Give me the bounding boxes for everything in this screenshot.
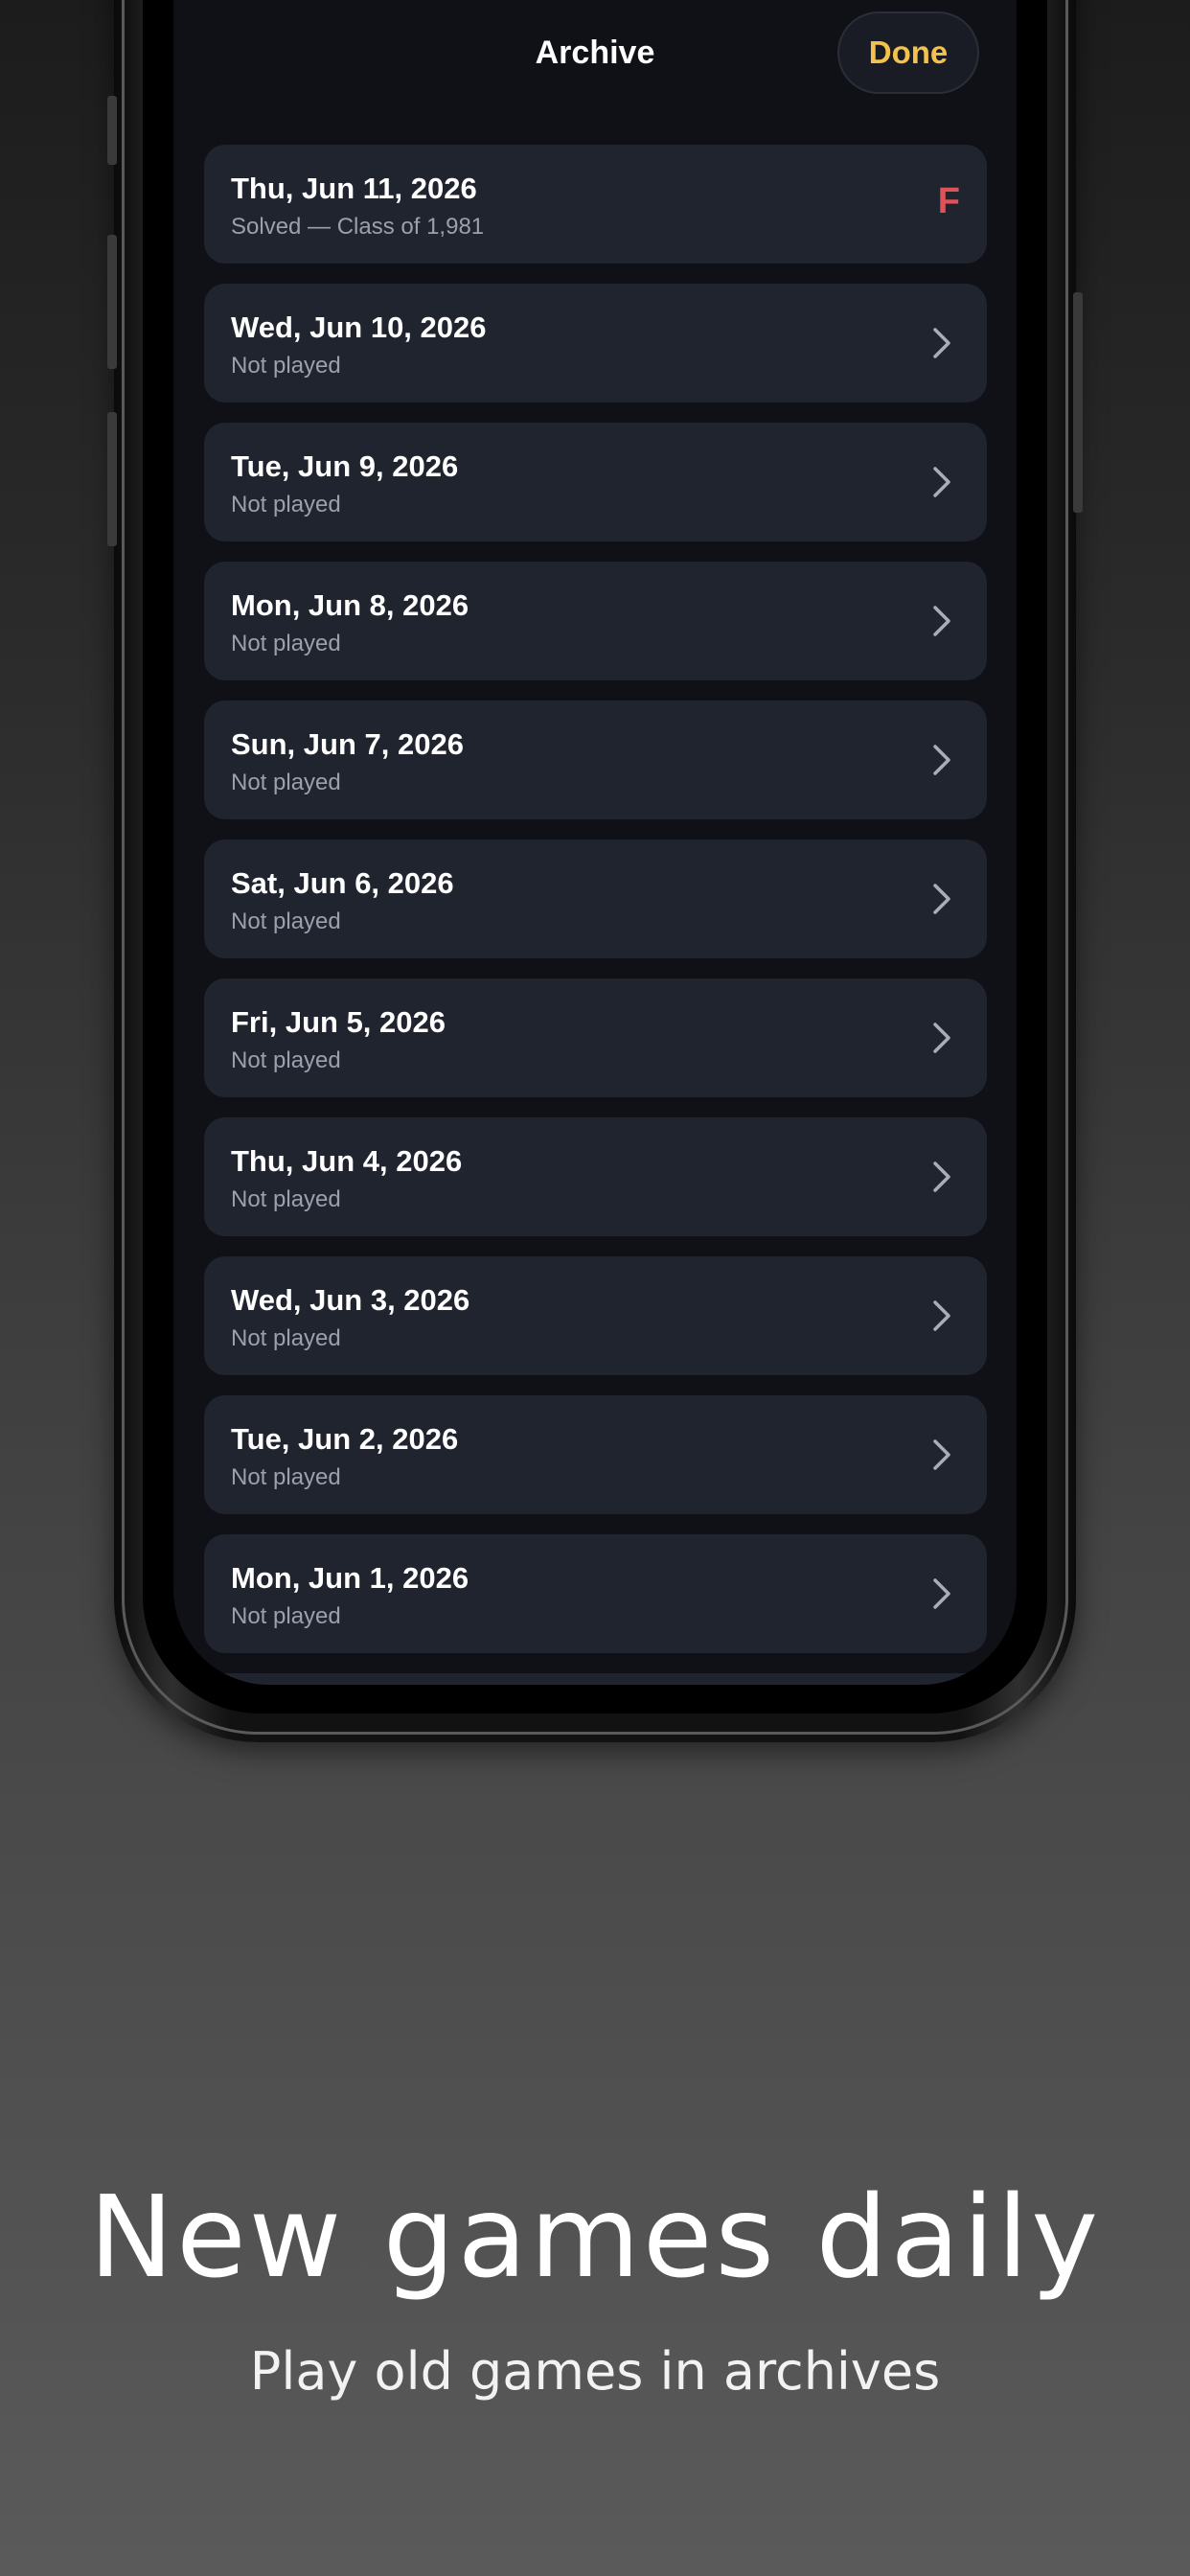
archive-item[interactable]: Tue, Jun 2, 2026 Not played <box>204 1395 987 1514</box>
archive-item-status: Not played <box>231 1186 341 1212</box>
chevron-right-icon <box>933 1439 950 1470</box>
archive-item[interactable]: Thu, Jun 4, 2026 Not played <box>204 1117 987 1236</box>
done-button[interactable]: Done <box>837 12 979 94</box>
archive-item-date: Fri, Jun 5, 2026 <box>231 1005 446 1039</box>
promo-subline: Play old games in archives <box>249 2341 941 2402</box>
chevron-right-icon <box>933 1578 950 1609</box>
power-button <box>1073 292 1083 513</box>
archive-item-status: Not played <box>231 908 341 934</box>
archive-item-status: Not played <box>231 1325 341 1351</box>
archive-item[interactable]: Wed, Jun 3, 2026 Not played <box>204 1256 987 1375</box>
archive-item-date: Sat, Jun 6, 2026 <box>231 866 454 900</box>
archive-item-date: Thu, Jun 11, 2026 <box>231 172 477 205</box>
archive-screen: Archive Done Thu, Jun 11, 2026 Solved — … <box>173 0 1017 1685</box>
archive-item[interactable]: Fri, Jun 5, 2026 Not played <box>204 978 987 1097</box>
archive-item-status: Not played <box>231 353 341 379</box>
archive-item-date: Wed, Jun 3, 2026 <box>231 1283 470 1317</box>
archive-item-date: Mon, Jun 1, 2026 <box>231 1561 469 1595</box>
archive-item-status: Not played <box>231 770 341 795</box>
archive-item-status: Not played <box>231 1603 341 1629</box>
chevron-right-icon <box>933 1023 950 1053</box>
chevron-right-icon <box>933 467 950 497</box>
chevron-right-icon <box>933 745 950 775</box>
chevron-right-icon <box>933 884 950 914</box>
archive-item[interactable]: Wed, Jun 10, 2026 Not played <box>204 284 987 402</box>
volume-up-button <box>107 235 117 369</box>
archive-item[interactable]: Sat, Jun 6, 2026 Not played <box>204 840 987 958</box>
archive-item-date: Tue, Jun 2, 2026 <box>231 1422 459 1456</box>
archive-item-date: Thu, Jun 4, 2026 <box>231 1144 463 1178</box>
archive-item-date: Wed, Jun 10, 2026 <box>231 310 487 344</box>
archive-item-status: Solved — Class of 1,981 <box>231 214 485 240</box>
archive-item[interactable]: Mon, Jun 1, 2026 Not played <box>204 1534 987 1653</box>
archive-item[interactable]: Thu, Jun 11, 2026 Solved — Class of 1,98… <box>204 145 987 264</box>
chevron-right-icon <box>933 1162 950 1192</box>
chevron-right-icon <box>933 1300 950 1331</box>
archive-item[interactable]: Sun, Jun 7, 2026 Not played <box>204 701 987 819</box>
archive-item-partial[interactable] <box>204 1673 987 1685</box>
archive-list: Thu, Jun 11, 2026 Solved — Class of 1,98… <box>204 145 987 1685</box>
chevron-right-icon <box>933 606 950 636</box>
archive-item-date: Tue, Jun 9, 2026 <box>231 449 459 483</box>
archive-item[interactable]: Tue, Jun 9, 2026 Not played <box>204 423 987 541</box>
archive-item-status: Not played <box>231 1047 341 1073</box>
mute-switch <box>107 96 117 165</box>
grade-badge: F <box>937 181 960 221</box>
archive-item-status: Not played <box>231 1464 341 1490</box>
archive-item-date: Mon, Jun 8, 2026 <box>231 588 469 622</box>
archive-item-status: Not played <box>231 492 341 518</box>
archive-item-status: Not played <box>231 631 341 656</box>
chevron-right-icon <box>933 328 950 358</box>
archive-item[interactable]: Mon, Jun 8, 2026 Not played <box>204 562 987 680</box>
volume-down-button <box>107 412 117 546</box>
archive-item-date: Sun, Jun 7, 2026 <box>231 727 464 761</box>
promo-headline: New games daily <box>88 2171 1102 2303</box>
